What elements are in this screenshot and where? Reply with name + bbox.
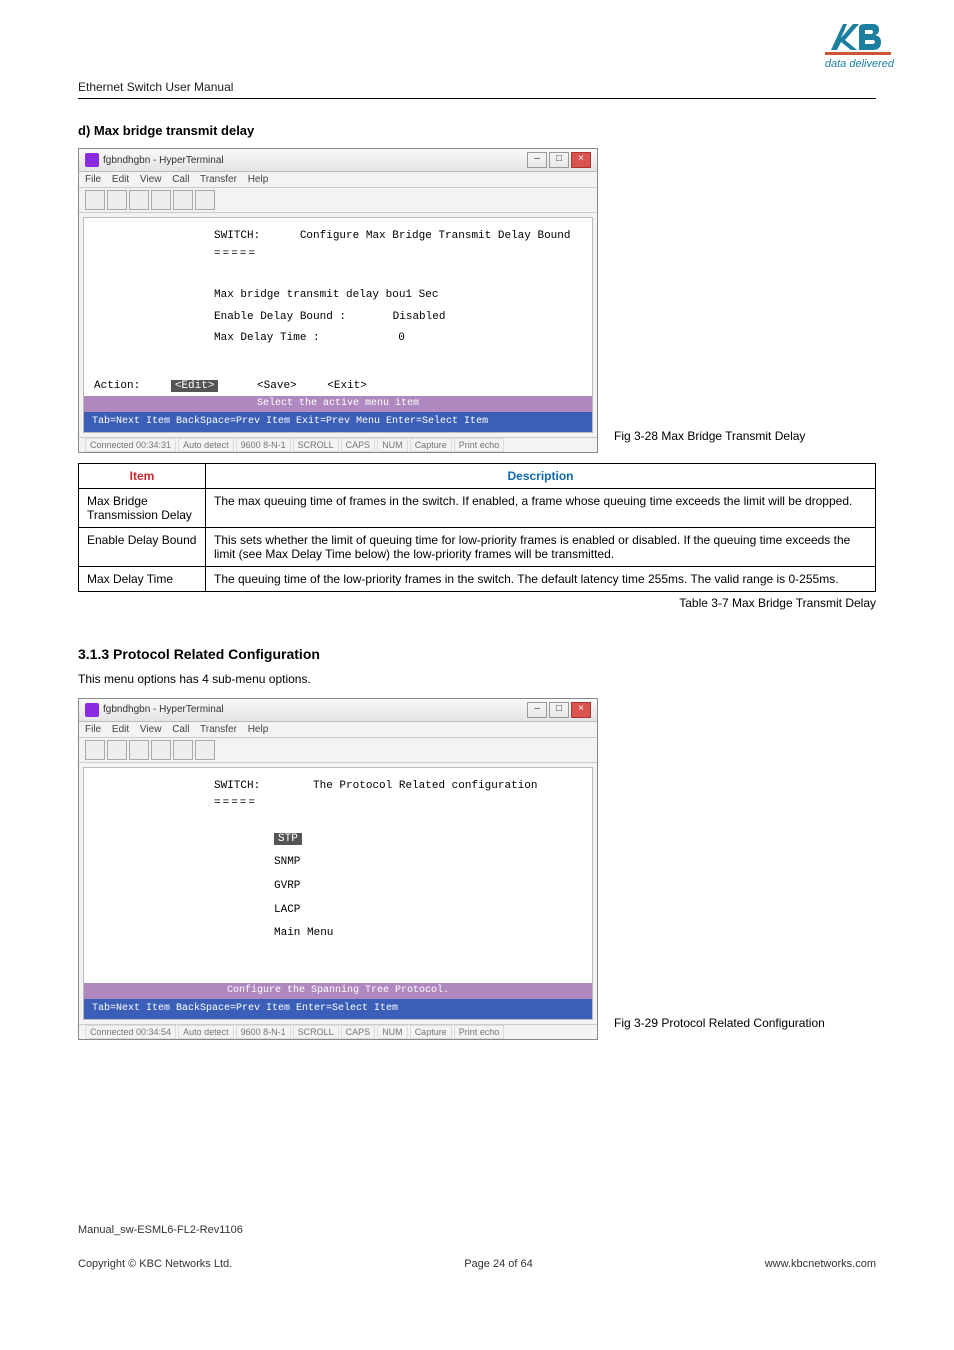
toolbar-connect-icon[interactable]	[129, 190, 149, 210]
menu-help[interactable]: Help	[248, 174, 269, 185]
maximize-button[interactable]: □	[549, 152, 569, 168]
hyperterminal-icon	[85, 153, 99, 167]
hyperterminal-icon	[85, 703, 99, 717]
table-caption: Table 3-7 Max Bridge Transmit Delay	[78, 596, 876, 610]
th-item: Item	[79, 463, 206, 488]
term2-heading: The Protocol Related configuration	[313, 780, 537, 792]
page-footer: Manual_sw-ESML6-FL2-Rev1106 Copyright © …	[78, 1224, 876, 1270]
minimize-button[interactable]: –	[527, 702, 547, 718]
table-row: Max Delay Time The queuing time of the l…	[79, 566, 876, 591]
logo-tagline: data delivered	[825, 58, 894, 70]
close-button[interactable]: ×	[571, 702, 591, 718]
menu-help[interactable]: Help	[248, 724, 269, 735]
term2-title: fgbndhgbn - HyperTerminal	[103, 704, 224, 715]
menu-item-stp[interactable]: STP	[274, 831, 582, 849]
toolbar-disconnect-icon[interactable]	[151, 190, 171, 210]
menu-edit[interactable]: Edit	[112, 724, 129, 735]
menu-view[interactable]: View	[140, 724, 162, 735]
term1-select-bar: Select the active menu item	[84, 396, 592, 412]
page-number: Page 24 of 64	[464, 1258, 533, 1270]
menu-item-gvrp[interactable]: GVRP	[274, 878, 582, 896]
copyright: Copyright © KBC Networks Ltd.	[78, 1258, 232, 1270]
cfg-row-maxbridge: Max bridge transmit delay bou1 Sec	[214, 287, 582, 305]
toolbar-properties-icon[interactable]	[195, 740, 215, 760]
term1-equals: =====	[214, 246, 582, 264]
brand-logo: data delivered	[825, 20, 894, 70]
term1-titlebar: fgbndhgbn - HyperTerminal – □ ×	[79, 149, 597, 172]
exit-action[interactable]: <Exit>	[327, 380, 367, 392]
menu-call[interactable]: Call	[172, 174, 189, 185]
section-313-text: This menu options has 4 sub-menu options…	[78, 672, 876, 686]
menu-transfer[interactable]: Transfer	[200, 724, 237, 735]
hyperterminal-window-2: fgbndhgbn - HyperTerminal – □ × File Edi…	[78, 698, 598, 1040]
description-table: Item Description Max Bridge Transmission…	[78, 463, 876, 592]
menu-call[interactable]: Call	[172, 724, 189, 735]
term2-statusbar: Connected 00:34:54Auto detect9600 8-N-1S…	[79, 1024, 597, 1039]
term1-content: SWITCH: Configure Max Bridge Transmit De…	[83, 217, 593, 433]
menu-item-snmp[interactable]: SNMP	[274, 854, 582, 872]
term1-switch-label: SWITCH:	[214, 230, 260, 242]
menu-edit[interactable]: Edit	[112, 174, 129, 185]
cfg-row-maxdelay: Max Delay Time : 0	[214, 330, 582, 348]
table-row: Enable Delay Bound This sets whether the…	[79, 527, 876, 566]
maximize-button[interactable]: □	[549, 702, 569, 718]
toolbar-open-icon[interactable]	[107, 190, 127, 210]
toolbar-open-icon[interactable]	[107, 740, 127, 760]
figure-caption-2: Fig 3-29 Protocol Related Configuration	[614, 1016, 876, 1030]
toolbar-send-icon[interactable]	[173, 190, 193, 210]
menu-transfer[interactable]: Transfer	[200, 174, 237, 185]
website: www.kbcnetworks.com	[765, 1258, 876, 1270]
menu-item-lacp[interactable]: LACP	[274, 902, 582, 920]
toolbar-send-icon[interactable]	[173, 740, 193, 760]
term2-bottom-help: Tab=Next Item BackSpace=Prev Item Enter=…	[84, 999, 592, 1019]
term1-action-row: Action: <Edit> <Save> <Exit>	[94, 378, 582, 396]
term1-statusbar: Connected 00:34:31Auto detect9600 8-N-1S…	[79, 437, 597, 452]
manual-id: Manual_sw-ESML6-FL2-Rev1106	[78, 1224, 876, 1236]
edit-action[interactable]: <Edit>	[171, 380, 219, 392]
close-button[interactable]: ×	[571, 152, 591, 168]
th-description: Description	[206, 463, 876, 488]
term2-content: SWITCH: The Protocol Related configurati…	[83, 767, 593, 1020]
header-title: Ethernet Switch User Manual	[78, 80, 876, 99]
action-label: Action:	[94, 380, 140, 392]
figure-caption-1: Fig 3-28 Max Bridge Transmit Delay	[614, 429, 876, 443]
menu-file[interactable]: File	[85, 174, 101, 185]
section-d-heading: d) Max bridge transmit delay	[78, 123, 876, 138]
term2-cfg-bar: Configure the Spanning Tree Protocol.	[84, 983, 592, 999]
term1-toolbar	[79, 188, 597, 213]
term1-bottom-help: Tab=Next Item BackSpace=Prev Item Exit=P…	[84, 412, 592, 432]
toolbar-connect-icon[interactable]	[129, 740, 149, 760]
term1-menubar[interactable]: File Edit View Call Transfer Help	[79, 172, 597, 188]
minimize-button[interactable]: –	[527, 152, 547, 168]
term2-switch-label: SWITCH:	[214, 780, 260, 792]
save-action[interactable]: <Save>	[257, 380, 297, 392]
term1-heading: Configure Max Bridge Transmit Delay Boun…	[300, 230, 571, 242]
section-313-heading: 3.1.3 Protocol Related Configuration	[78, 646, 876, 662]
table-row: Max Bridge Transmission Delay The max qu…	[79, 488, 876, 527]
toolbar-new-icon[interactable]	[85, 740, 105, 760]
toolbar-new-icon[interactable]	[85, 190, 105, 210]
menu-view[interactable]: View	[140, 174, 162, 185]
menu-file[interactable]: File	[85, 724, 101, 735]
term2-equals: =====	[214, 795, 582, 813]
term2-toolbar	[79, 738, 597, 763]
menu-item-main[interactable]: Main Menu	[274, 925, 582, 943]
term2-titlebar: fgbndhgbn - HyperTerminal – □ ×	[79, 699, 597, 722]
hyperterminal-window-1: fgbndhgbn - HyperTerminal – □ × File Edi…	[78, 148, 598, 453]
cfg-row-enable: Enable Delay Bound : Disabled	[214, 309, 582, 327]
term2-menubar[interactable]: File Edit View Call Transfer Help	[79, 722, 597, 738]
toolbar-properties-icon[interactable]	[195, 190, 215, 210]
toolbar-disconnect-icon[interactable]	[151, 740, 171, 760]
term1-title: fgbndhgbn - HyperTerminal	[103, 155, 224, 166]
